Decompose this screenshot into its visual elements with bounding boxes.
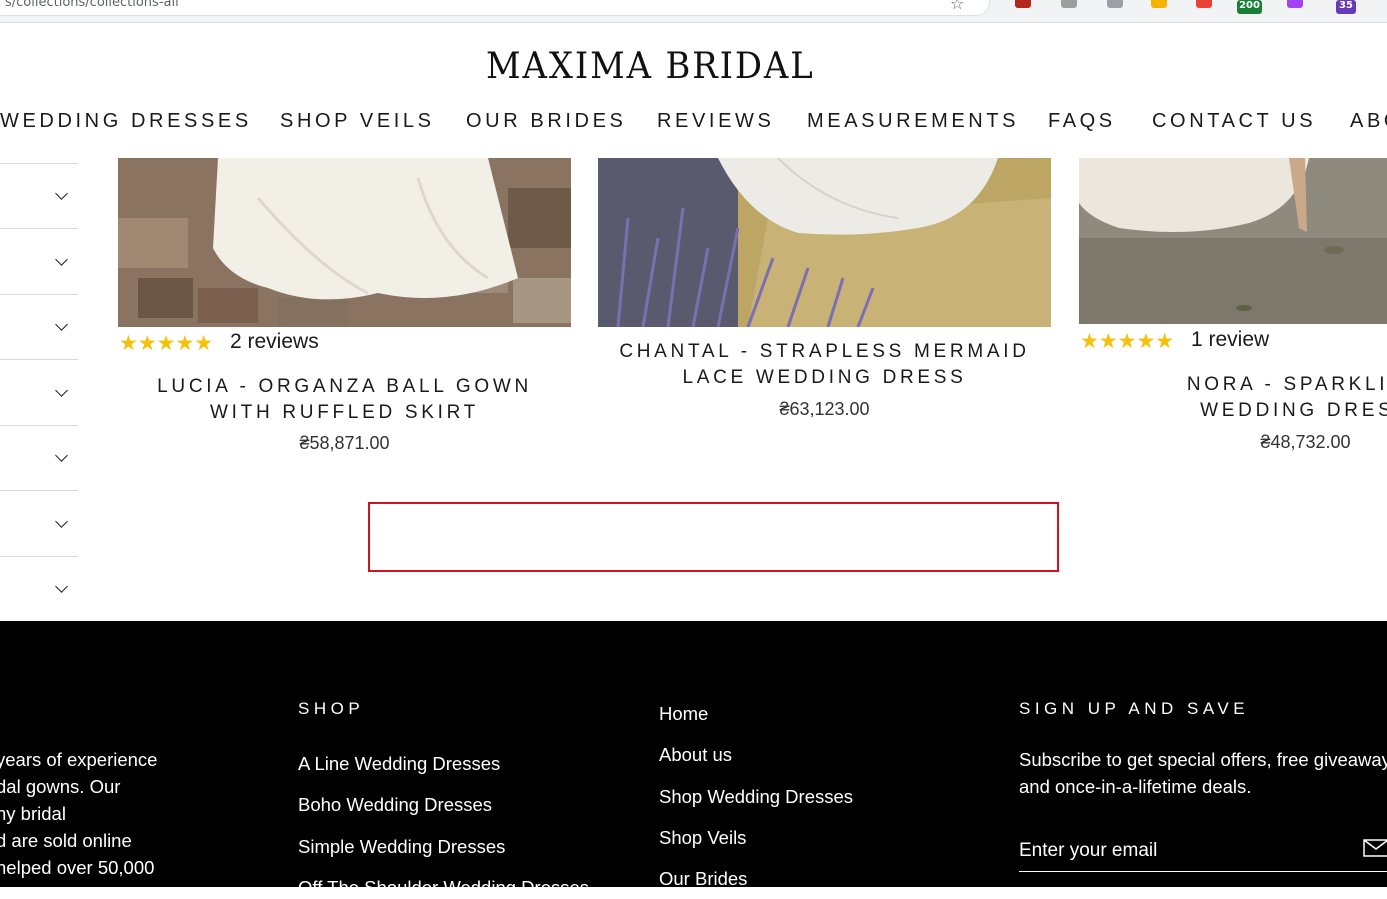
product-title[interactable]: CHANTAL - STRAPLESS MERMAID LACE WEDDING… [598, 339, 1051, 391]
footer-signup-heading: SIGN UP AND SAVE [1019, 699, 1250, 718]
product-image[interactable] [118, 158, 571, 327]
footer-shop-heading: SHOP [298, 699, 365, 718]
nav-item-reviews[interactable]: REVIEWS [657, 110, 774, 133]
rating-stars: ★★★★★ [1080, 329, 1175, 353]
footer-link[interactable]: Shop Wedding Dresses [659, 786, 853, 808]
footer-signup-text: Subscribe to get special offers, free gi… [1019, 749, 1387, 797]
footer-link[interactable]: Simple Wedding Dresses [298, 836, 505, 858]
product-image[interactable] [1079, 158, 1387, 324]
extension-icon[interactable] [1061, 0, 1077, 8]
filter-group[interactable] [0, 360, 78, 426]
chevron-down-icon [55, 317, 68, 331]
nav-item-contact-us[interactable]: CONTACT US [1152, 110, 1316, 133]
filter-group[interactable] [0, 425, 78, 491]
footer-link[interactable]: Home [659, 703, 708, 725]
nav-item-measurements[interactable]: MEASUREMENTS [807, 110, 1019, 133]
filter-group[interactable] [0, 229, 78, 295]
footer-link[interactable]: Shop Veils [659, 827, 746, 849]
extension-icon[interactable] [1015, 0, 1031, 8]
product-title[interactable]: LUCIA - ORGANZA BALL GOWN WITH RUFFLED S… [118, 374, 571, 426]
product-price: ₴58,871.00 [299, 433, 390, 453]
review-count-link[interactable]: 2 reviews [230, 330, 319, 354]
product-price: ₴63,123.00 [779, 399, 870, 419]
footer-link[interactable]: A Line Wedding Dresses [298, 753, 500, 775]
extension-icon[interactable] [1287, 0, 1303, 8]
bookmark-star-icon[interactable]: ☆ [950, 0, 964, 13]
footer-link[interactable]: Boho Wedding Dresses [298, 794, 492, 816]
nav-item-shop-veils[interactable]: SHOP VEILS [280, 110, 435, 133]
shield-extension-icon[interactable] [1107, 0, 1123, 8]
highlight-box [368, 502, 1059, 572]
email-field[interactable] [1019, 831, 1387, 872]
address-bar[interactable]: s/collections/collections-all [0, 0, 990, 16]
footer-about-text: years of experience dal gowns. Our ny br… [0, 749, 158, 878]
footer-link[interactable]: Off The Shoulder Wedding Dresses [298, 877, 589, 899]
filter-group[interactable] [0, 556, 78, 621]
extension-badge[interactable]: 200 [1237, 0, 1262, 14]
rating-stars: ★★★★★ [119, 331, 214, 355]
nav-item-about[interactable]: ABOUT [1350, 110, 1387, 133]
product-image[interactable] [598, 158, 1051, 327]
footer-link[interactable]: About us [659, 744, 732, 766]
product-price: ₴48,732.00 [1260, 432, 1351, 452]
chevron-down-icon [55, 579, 68, 593]
review-count-link[interactable]: 1 review [1191, 328, 1269, 352]
chevron-down-icon [55, 514, 68, 528]
chevron-down-icon [55, 448, 68, 462]
chevron-down-icon [55, 383, 68, 397]
nav-item-wedding-dresses[interactable]: WEDDING DRESSES [0, 110, 252, 133]
extension-icon[interactable] [1151, 0, 1167, 8]
chevron-down-icon [55, 252, 68, 266]
filter-group[interactable] [0, 491, 78, 557]
nav-item-faqs[interactable]: FAQS [1048, 110, 1116, 133]
nav-item-our-brides[interactable]: OUR BRIDES [466, 110, 626, 133]
browser-toolbar: s/collections/collections-all ☆ 200 35 [0, 0, 1387, 23]
site-footer: years of experience dal gowns. Our ny br… [0, 621, 1387, 898]
product-title[interactable]: NORA - SPARKLING WEDDING DRESS [1079, 372, 1387, 424]
filter-group[interactable] [0, 163, 78, 229]
chevron-down-icon [55, 186, 68, 200]
extension-icon[interactable] [1196, 0, 1212, 8]
extension-badge[interactable]: 35 [1336, 0, 1356, 14]
site-logo[interactable]: MAXIMA BRIDAL [486, 46, 813, 87]
mail-icon[interactable] [1363, 839, 1387, 857]
filter-group[interactable] [0, 294, 78, 360]
